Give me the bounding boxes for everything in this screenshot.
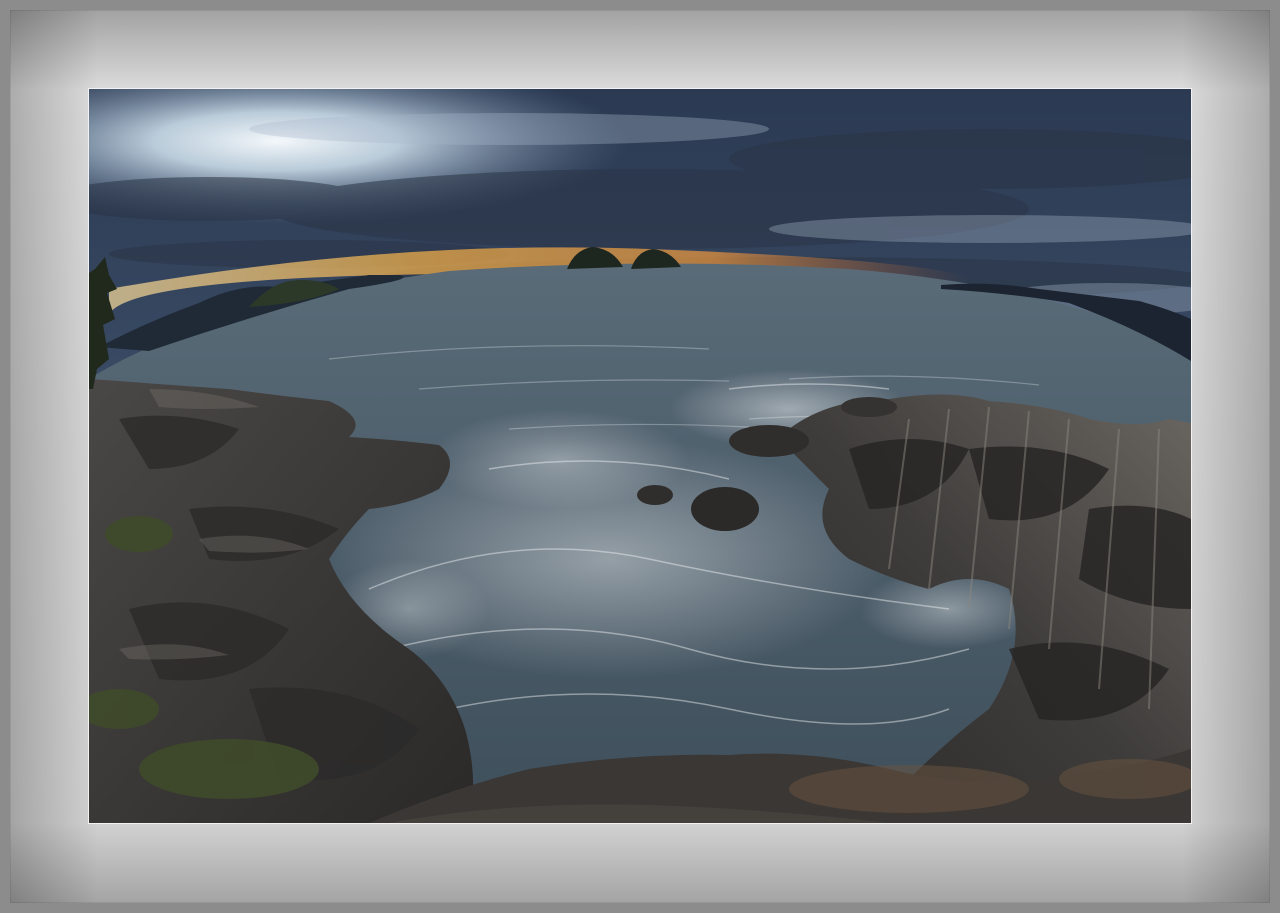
photo-border bbox=[88, 88, 1192, 824]
photo-illustration bbox=[89, 89, 1191, 823]
picture-frame bbox=[0, 0, 1280, 913]
landscape-photo bbox=[89, 89, 1191, 823]
